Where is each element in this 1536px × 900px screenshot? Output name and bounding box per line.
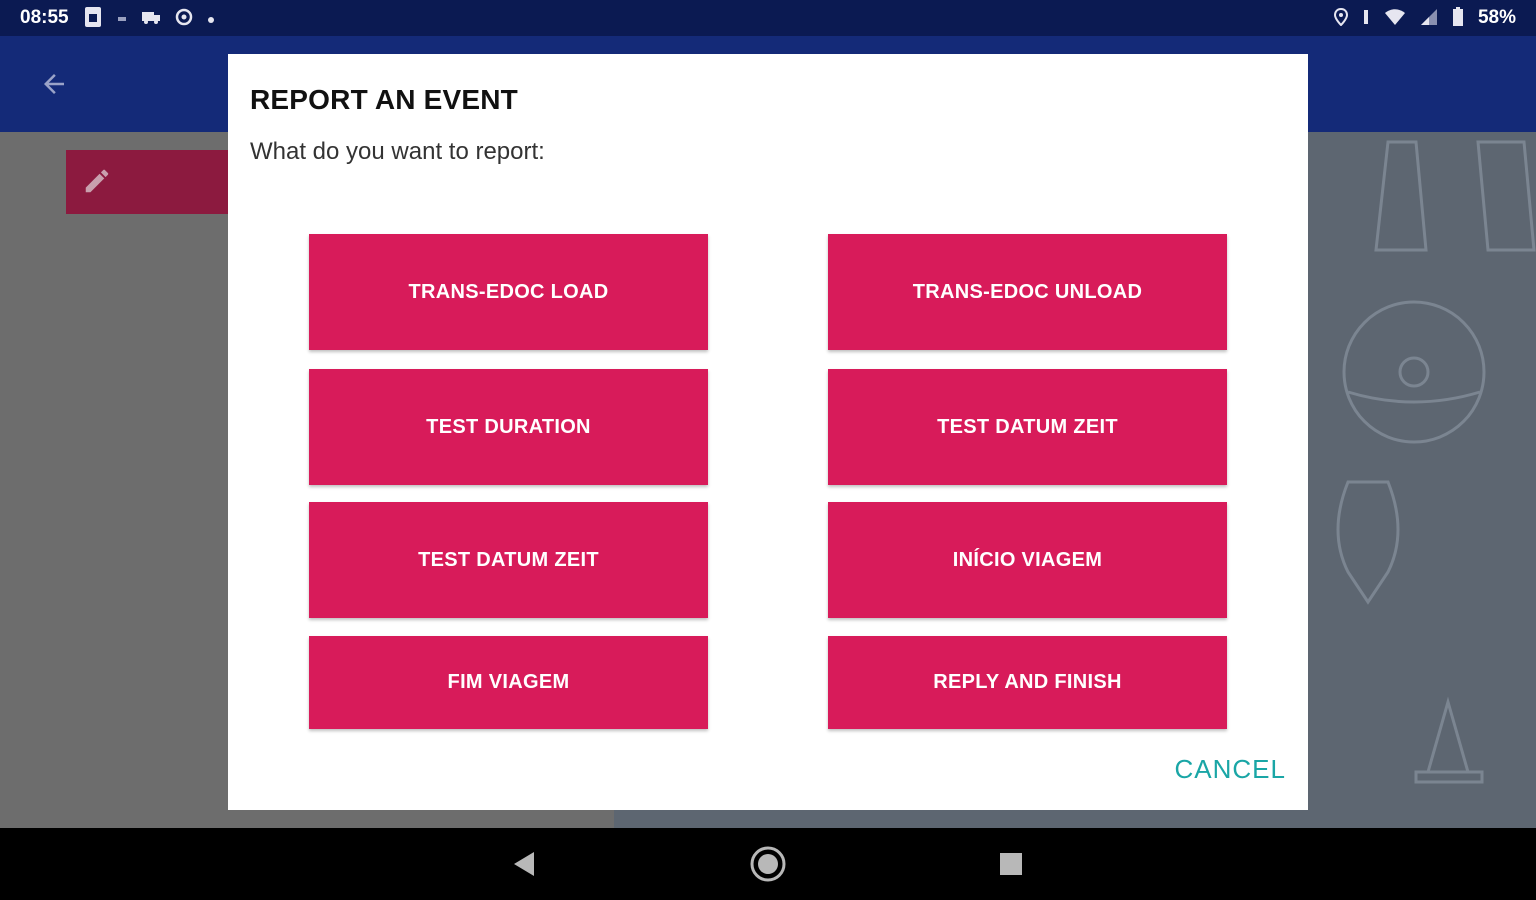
event-button-fim-viagem[interactable]: FIM VIAGEM xyxy=(309,636,708,729)
notification-dot-icon xyxy=(117,9,127,27)
traffic-illustration-icon xyxy=(1336,140,1536,784)
wifi-icon xyxy=(1384,8,1406,29)
report-event-dialog: REPORT AN EVENT What do you want to repo… xyxy=(228,54,1308,810)
content-bottom-strip xyxy=(614,810,1536,828)
pencil-icon xyxy=(85,169,109,193)
status-bar-right: 58% xyxy=(1333,6,1516,30)
battery-percent: 58% xyxy=(1477,7,1516,28)
edit-button[interactable] xyxy=(82,166,112,196)
event-button-test-datum-zeit-2[interactable]: TEST DATUM ZEIT xyxy=(309,502,708,618)
nav-home-button[interactable] xyxy=(746,842,790,886)
status-time: 08:55 xyxy=(20,7,69,28)
status-bar-left: 08:55 xyxy=(20,6,215,31)
dialog-title: REPORT AN EVENT xyxy=(250,84,518,115)
back-button[interactable] xyxy=(38,68,70,100)
navigation-bar xyxy=(0,828,1536,900)
triangle-back-icon xyxy=(514,852,534,876)
battery-icon xyxy=(1452,6,1464,30)
dialog-subtitle: What do you want to report: xyxy=(250,138,545,165)
status-bar: 08:55 58% xyxy=(0,0,1536,36)
truck-icon xyxy=(141,9,161,28)
event-button-test-datum-zeit[interactable]: TEST DATUM ZEIT xyxy=(828,369,1227,485)
more-dot-icon xyxy=(207,9,215,27)
background-illustration xyxy=(1308,132,1536,828)
cancel-button[interactable]: CANCEL xyxy=(1175,754,1286,785)
circle-home-icon xyxy=(750,846,786,882)
nav-back-button[interactable] xyxy=(502,842,546,886)
sync-icon xyxy=(175,8,193,29)
vibrate-icon xyxy=(1362,8,1370,29)
nav-recents-button[interactable] xyxy=(989,842,1033,886)
event-button-test-duration[interactable]: TEST DURATION xyxy=(309,369,708,485)
event-button-trans-edoc-load[interactable]: TRANS-EDOC LOAD xyxy=(309,234,708,350)
event-button-trans-edoc-unload[interactable]: TRANS-EDOC UNLOAD xyxy=(828,234,1227,350)
arrow-back-icon xyxy=(44,74,64,94)
location-icon xyxy=(1333,7,1348,29)
sim-card-icon xyxy=(83,6,103,31)
signal-icon xyxy=(1420,8,1438,29)
event-button-reply-and-finish[interactable]: REPLY AND FINISH xyxy=(828,636,1227,729)
event-button-inicio-viagem[interactable]: INÍCIO VIAGEM xyxy=(828,502,1227,618)
square-recents-icon xyxy=(1000,853,1022,875)
